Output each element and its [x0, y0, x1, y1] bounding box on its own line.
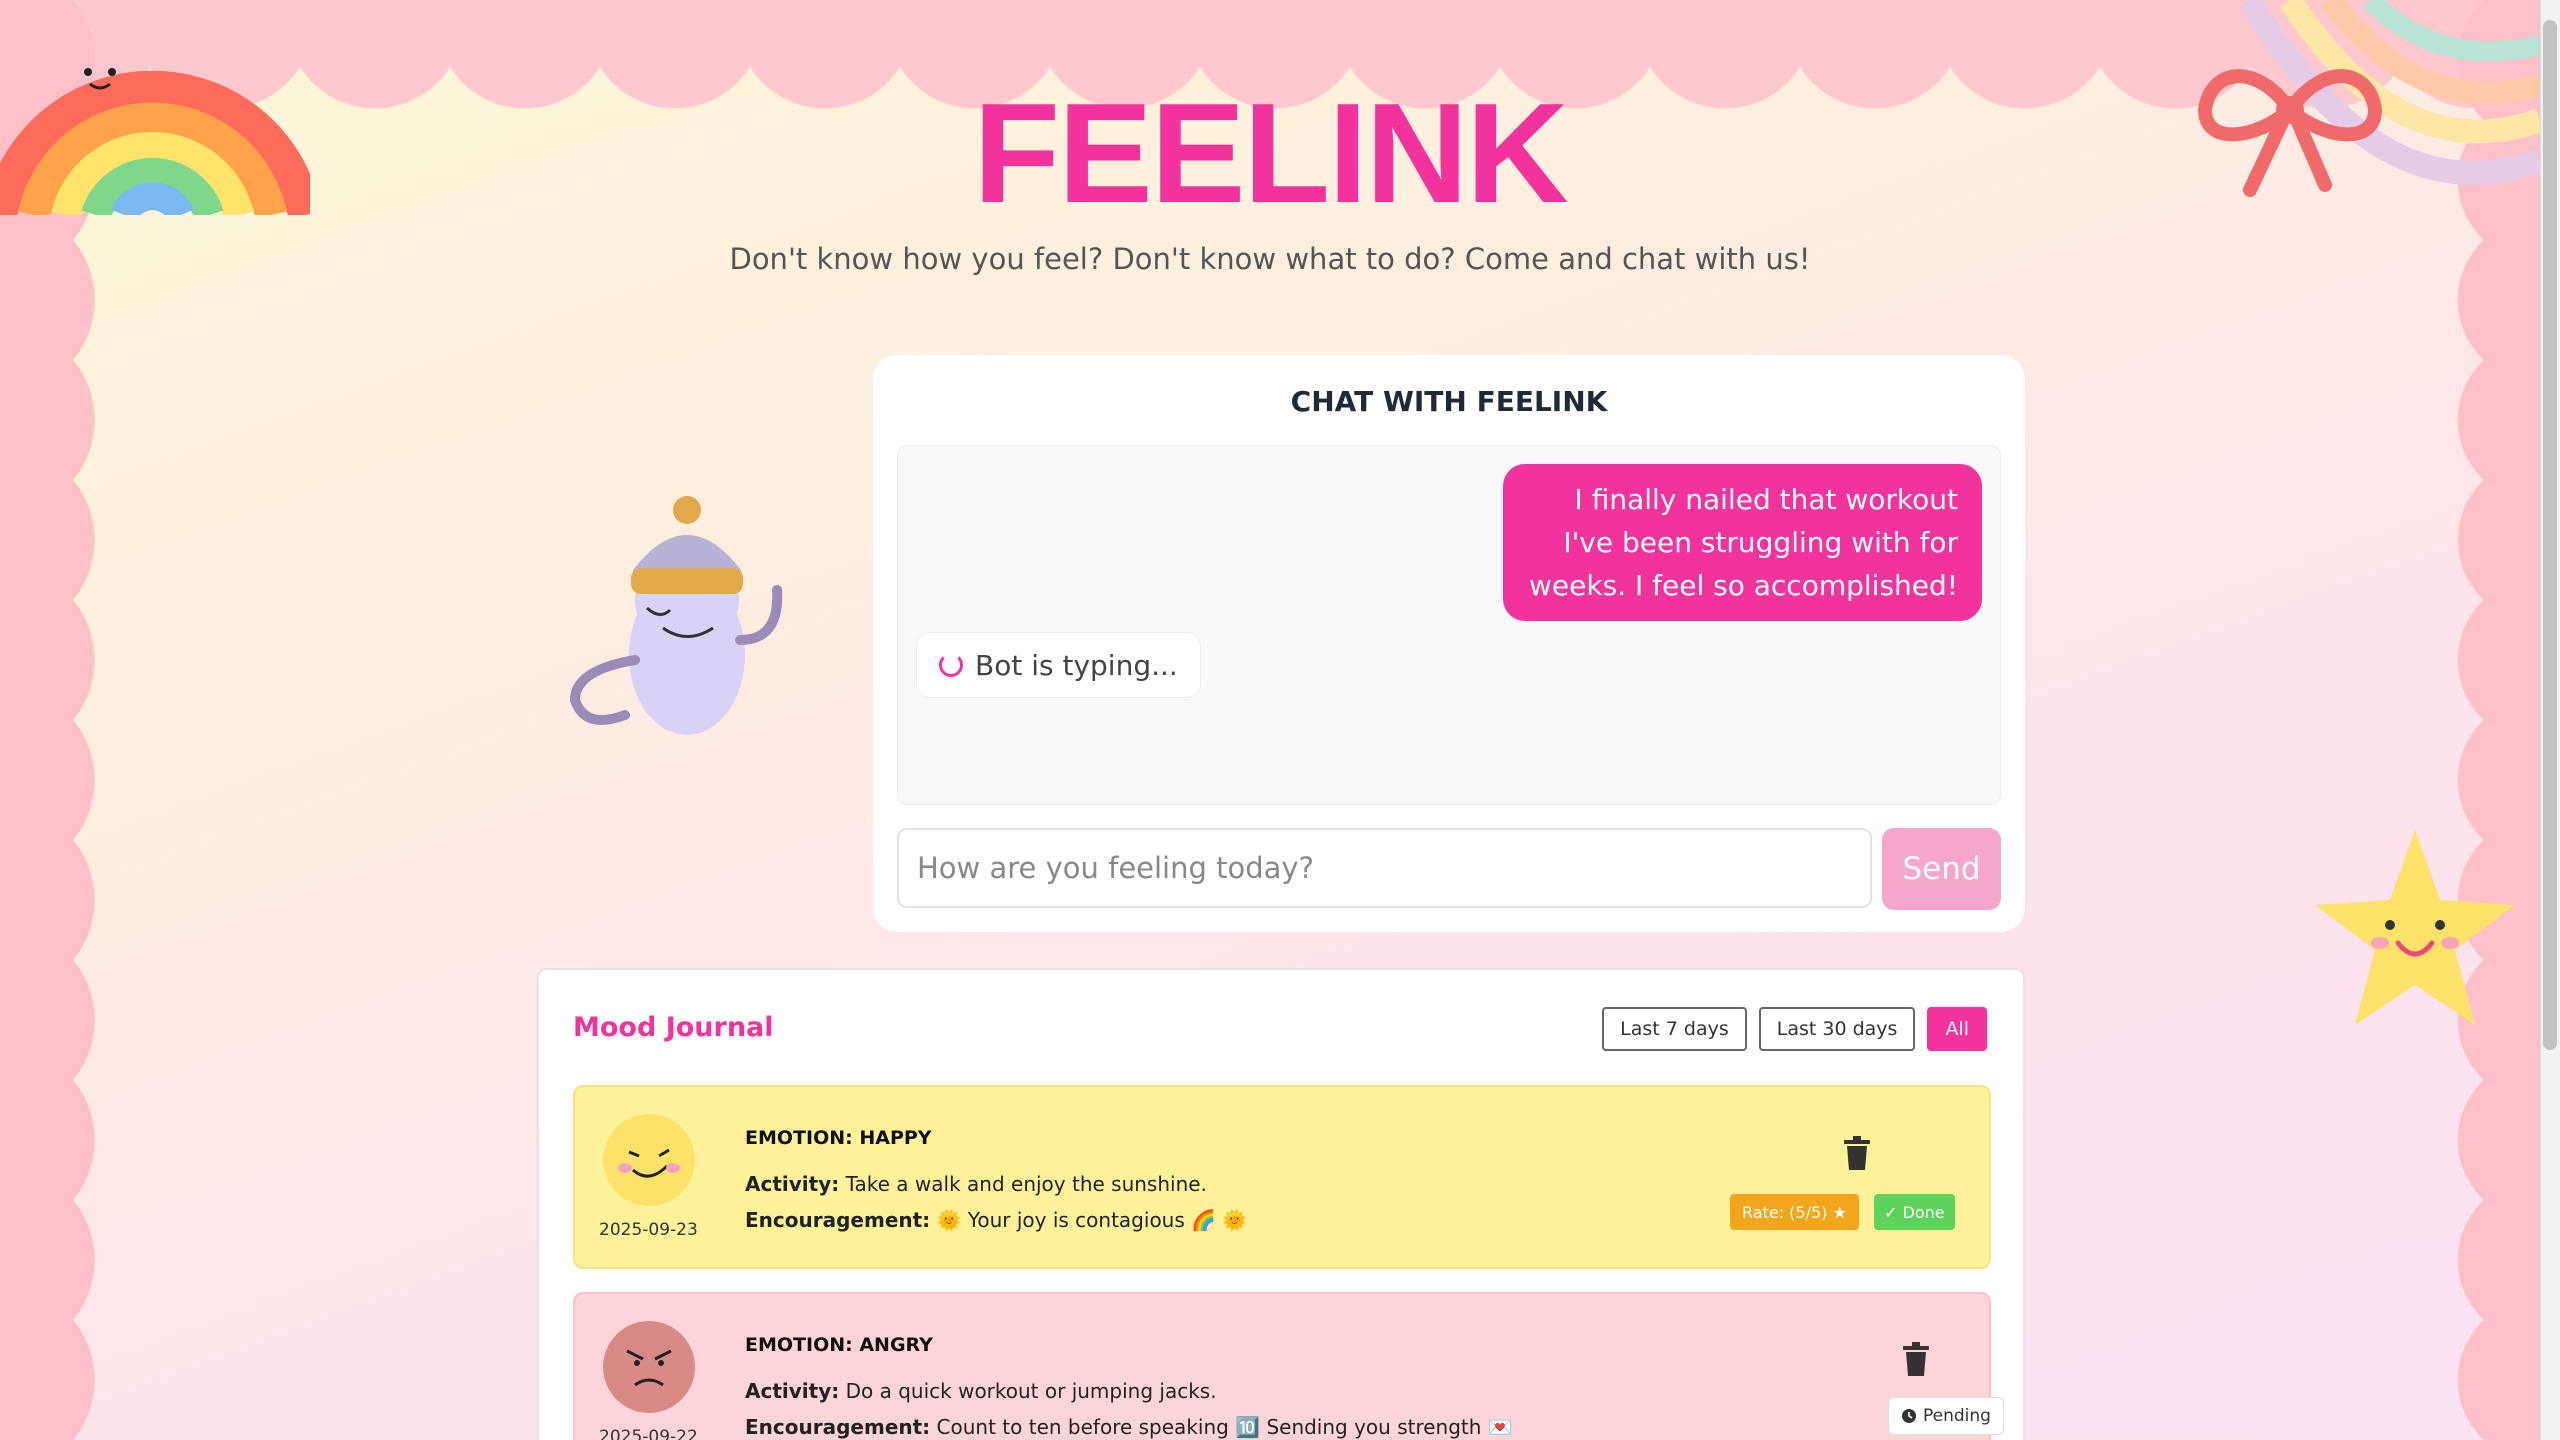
scrollbar-thumb[interactable]: [2543, 20, 2557, 1050]
chat-panel: CHAT WITH FEELINK I finally nailed that …: [873, 355, 2025, 932]
app-title: FEELINK: [973, 74, 1568, 233]
activity-label: Activity:: [745, 1379, 840, 1403]
trash-icon[interactable]: [1842, 1136, 1872, 1170]
spinner-icon: [939, 653, 963, 677]
activity-text: Do a quick workout or jumping jacks.: [845, 1379, 1217, 1403]
message-list[interactable]: I finally nailed that workout I've been …: [897, 445, 2001, 805]
rate-button[interactable]: Rate: (5/5) ★: [1730, 1194, 1859, 1230]
entry-date: 2025-09-23: [599, 1220, 698, 1240]
star-icon: [2315, 830, 2515, 1025]
entry-activity: Activity: Take a walk and enjoy the suns…: [745, 1172, 1207, 1196]
entry-emotion: EMOTION: ANGRY: [745, 1334, 933, 1356]
journal-entry: 2025-09-23 EMOTION: HAPPY Activity: Take…: [573, 1085, 1991, 1269]
journal-filters: Last 7 days Last 30 days All: [1602, 1007, 1987, 1051]
entry-encouragement: Encouragement: 🌞 Your joy is contagious …: [745, 1208, 1247, 1232]
filter-all-button[interactable]: All: [1927, 1007, 1987, 1051]
app-subtitle: Don't know how you feel? Don't know what…: [729, 242, 1811, 276]
encouragement-text: 🌞 Your joy is contagious 🌈 🌞: [936, 1208, 1248, 1232]
user-message-bubble: I finally nailed that workout I've been …: [1503, 464, 1982, 621]
ghost-mascot-icon: [569, 496, 783, 735]
entry-date: 2025-09-22: [599, 1427, 698, 1440]
entry-encouragement: Encouragement: Count to ten before speak…: [745, 1415, 1513, 1439]
trash-icon[interactable]: [1901, 1342, 1931, 1376]
chat-heading: CHAT WITH FEELINK: [1290, 385, 1608, 418]
entry-activity: Activity: Do a quick workout or jumping …: [745, 1379, 1217, 1403]
bot-typing-indicator: Bot is typing...: [916, 632, 1201, 698]
activity-text: Take a walk and enjoy the sunshine.: [845, 1172, 1207, 1196]
angry-face-icon: [603, 1321, 695, 1413]
typing-text: Bot is typing...: [975, 648, 1178, 682]
encouragement-label: Encouragement:: [745, 1208, 931, 1232]
filter-last-30-days-button[interactable]: Last 30 days: [1758, 1007, 1916, 1051]
chat-input[interactable]: [897, 828, 1872, 908]
encouragement-label: Encouragement:: [745, 1415, 931, 1439]
mood-journal: Mood Journal Last 7 days Last 30 days Al…: [537, 968, 2025, 1440]
pending-label: Pending: [1923, 1406, 1991, 1426]
filter-last-7-days-button[interactable]: Last 7 days: [1602, 1007, 1747, 1051]
clock-icon: [1902, 1409, 1916, 1423]
journal-title: Mood Journal: [573, 1012, 774, 1043]
page-scrollbar[interactable]: [2540, 0, 2560, 1440]
journal-entry: 2025-09-22 EMOTION: ANGRY Activity: Do a…: [573, 1292, 2004, 1440]
happy-face-icon: [603, 1114, 695, 1206]
encouragement-text: Count to ten before speaking 🔟 Sending y…: [936, 1415, 1513, 1439]
pending-button[interactable]: Pending: [1888, 1397, 2004, 1435]
send-button[interactable]: Send: [1882, 828, 2001, 910]
done-button[interactable]: ✓ Done: [1874, 1194, 1955, 1230]
entry-emotion: EMOTION: HAPPY: [745, 1127, 932, 1149]
activity-label: Activity:: [745, 1172, 840, 1196]
